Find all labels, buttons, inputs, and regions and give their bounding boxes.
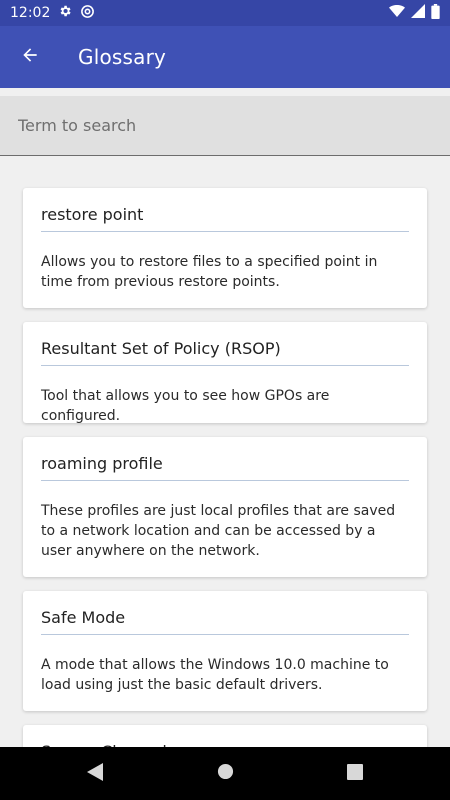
gear-icon bbox=[58, 4, 72, 22]
glossary-term: roaming profile bbox=[41, 437, 409, 481]
arrow-left-icon bbox=[20, 45, 40, 69]
at-sign-icon bbox=[80, 4, 95, 23]
back-button[interactable] bbox=[0, 26, 60, 88]
glossary-definition: Tool that allows you to see how GPOs are… bbox=[41, 388, 330, 424]
glossary-card[interactable]: Resultant Set of Policy (RSOP) Tool that… bbox=[23, 322, 427, 424]
glossary-definition: These profiles are just local profiles t… bbox=[41, 503, 396, 559]
status-bar: 12:02 bbox=[0, 0, 450, 26]
search-input[interactable] bbox=[0, 96, 450, 155]
nav-home-button[interactable] bbox=[160, 763, 290, 784]
glossary-term: Resultant Set of Policy (RSOP) bbox=[41, 322, 409, 366]
home-circle-icon bbox=[217, 763, 234, 784]
nav-back-button[interactable] bbox=[30, 762, 160, 785]
glossary-term: Secure Channel bbox=[41, 725, 409, 747]
glossary-definition: Allows you to restore files to a specifi… bbox=[41, 254, 378, 290]
status-time: 12:02 bbox=[10, 5, 51, 21]
recents-square-icon bbox=[347, 763, 363, 784]
glossary-card[interactable]: roaming profile These profiles are just … bbox=[23, 437, 427, 577]
wifi-icon bbox=[389, 4, 405, 22]
search-container bbox=[0, 96, 450, 156]
glossary-card[interactable]: restore point Allows you to restore file… bbox=[23, 188, 427, 308]
nav-recents-button[interactable] bbox=[290, 763, 420, 784]
glossary-list: restore point Allows you to restore file… bbox=[0, 157, 450, 747]
glossary-term: restore point bbox=[41, 188, 409, 232]
page-title: Glossary bbox=[78, 45, 167, 69]
glossary-card[interactable]: Safe Mode A mode that allows the Windows… bbox=[23, 591, 427, 711]
glossary-definition: A mode that allows the Windows 10.0 mach… bbox=[41, 657, 389, 693]
glossary-card[interactable]: Secure Channel bbox=[23, 725, 427, 747]
glossary-term: Safe Mode bbox=[41, 591, 409, 635]
app-bar: Glossary bbox=[0, 26, 450, 88]
back-triangle-icon bbox=[87, 762, 103, 785]
battery-icon bbox=[431, 3, 440, 23]
signal-icon bbox=[411, 4, 425, 22]
navigation-bar bbox=[0, 747, 450, 800]
